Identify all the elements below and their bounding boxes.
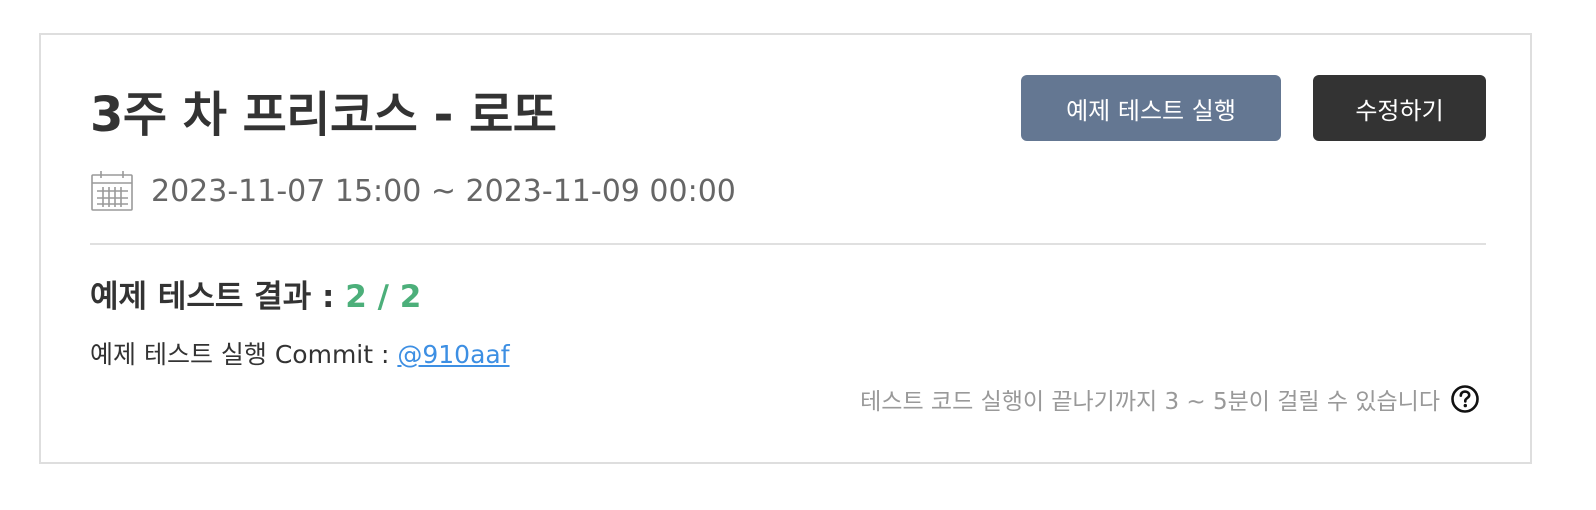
result-label: 예제 테스트 결과 : xyxy=(90,279,346,315)
result-value: 2 / 2 xyxy=(345,279,422,315)
divider xyxy=(90,243,1486,245)
run-example-test-button[interactable]: 예제 테스트 실행 xyxy=(1021,75,1281,141)
mission-card: 3주 차 프리코스 - 로또 예제 테스트 실행 수정하기 2023-11-07… xyxy=(39,33,1532,464)
question-circle-icon[interactable] xyxy=(1450,384,1480,414)
commit-link[interactable]: @910aaf xyxy=(397,340,509,369)
mission-title: 3주 차 프리코스 - 로또 xyxy=(90,87,557,143)
commit-row: 예제 테스트 실행 Commit : @910aaf xyxy=(90,335,510,371)
edit-button[interactable]: 수정하기 xyxy=(1313,75,1486,141)
calendar-icon xyxy=(91,171,133,211)
commit-label: 예제 테스트 실행 Commit : xyxy=(90,340,398,369)
period-row: 2023-11-07 15:00 ~ 2023-11-09 00:00 xyxy=(90,169,736,213)
example-test-result: 예제 테스트 결과 : 2 / 2 xyxy=(90,271,421,316)
period-text: 2023-11-07 15:00 ~ 2023-11-09 00:00 xyxy=(151,173,736,209)
notice-row: 테스트 코드 실행이 끝나기까지 3 ~ 5분이 걸릴 수 있습니다 xyxy=(860,379,1480,419)
notice-text: 테스트 코드 실행이 끝나기까지 3 ~ 5분이 걸릴 수 있습니다 xyxy=(860,389,1440,415)
